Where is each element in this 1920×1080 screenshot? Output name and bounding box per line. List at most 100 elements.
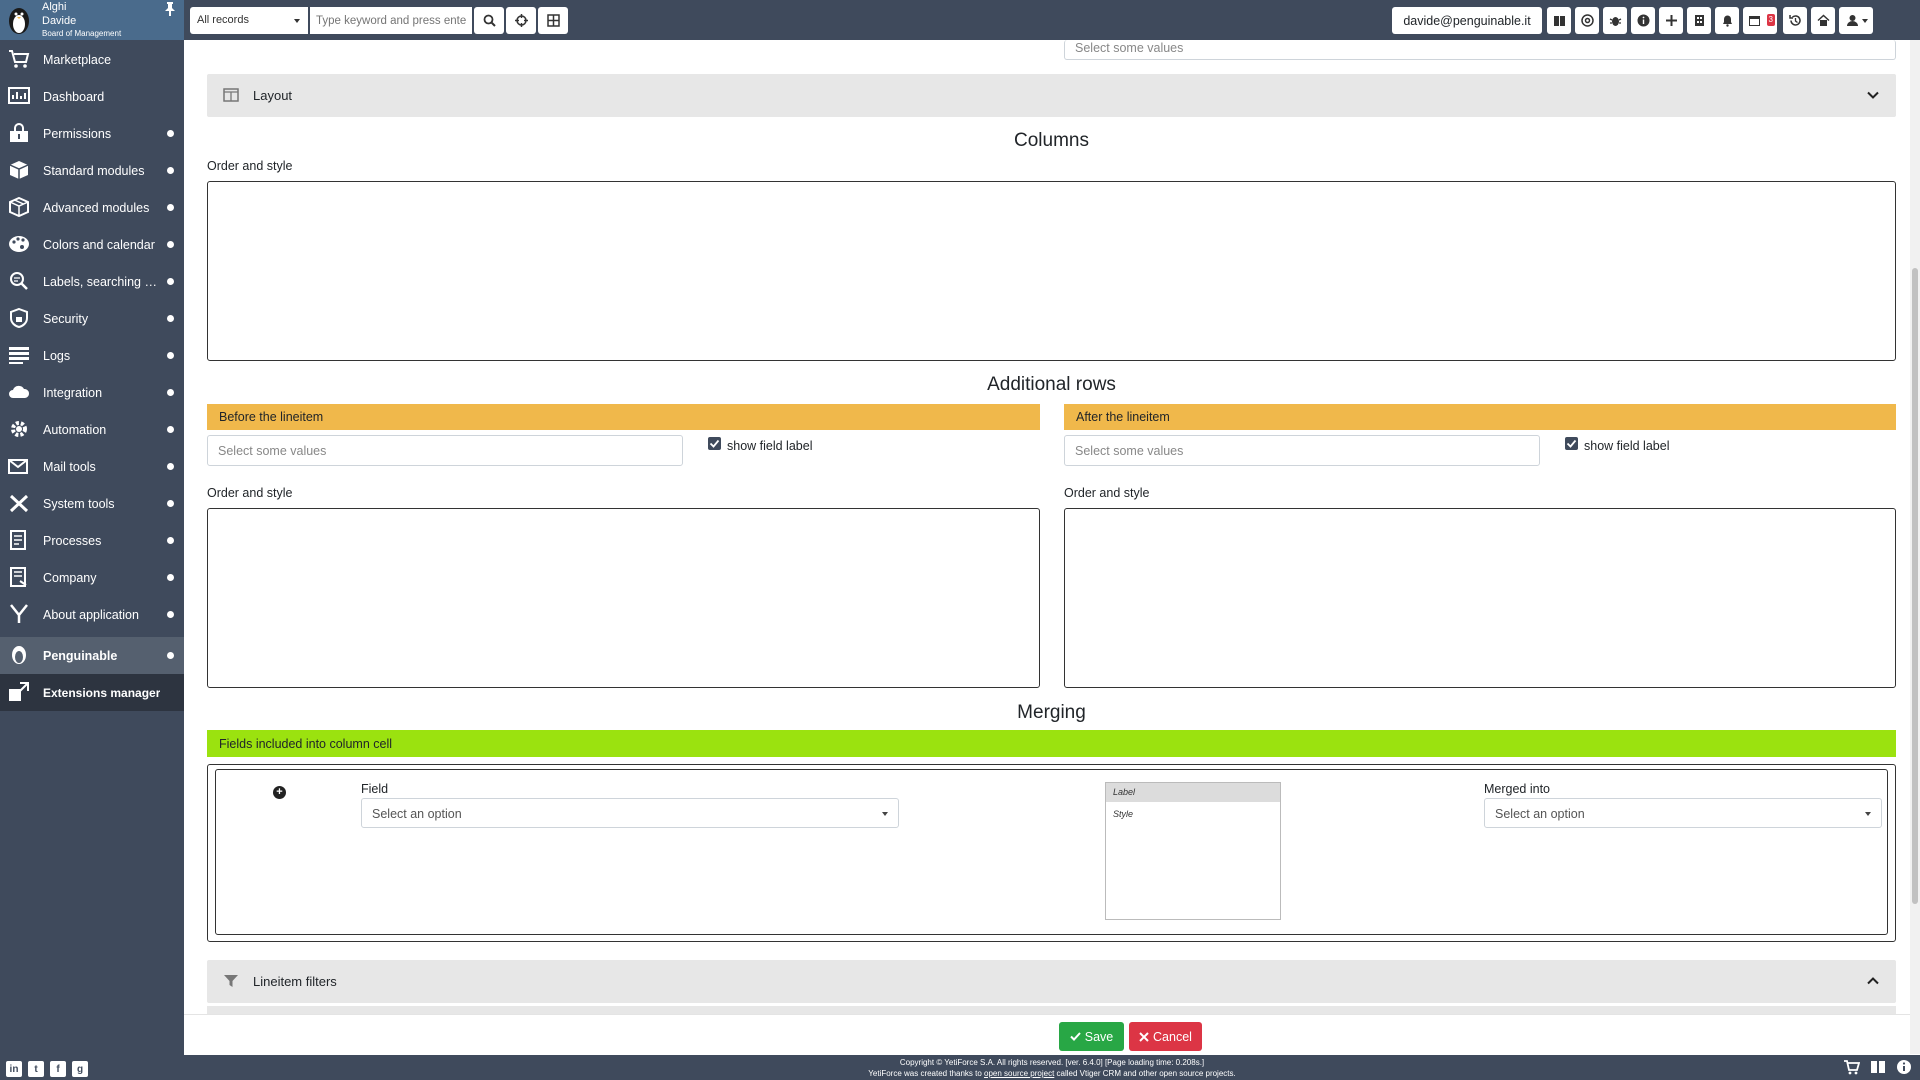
fields-included-header: Fields included into column cell <box>207 730 1896 757</box>
after-show-field-label-checkbox[interactable] <box>1565 437 1578 450</box>
calendar-reminders-button[interactable]: 3 <box>1743 7 1777 34</box>
sidebar-item-penguinable[interactable]: Penguinable <box>0 637 184 674</box>
check-icon <box>709 439 720 448</box>
sidebar-item-label: Permissions <box>43 126 112 141</box>
sidebar-item-label: Extensions manager <box>43 685 161 700</box>
quick-create-button[interactable] <box>1659 7 1683 34</box>
info-button[interactable] <box>1631 7 1655 34</box>
columns-title: Columns <box>1014 130 1089 151</box>
pin-icon[interactable] <box>164 2 176 16</box>
scrollbar-thumb[interactable] <box>1912 268 1918 904</box>
sidebar-item-processes[interactable]: Processes <box>0 522 184 559</box>
grid-view-button[interactable] <box>538 7 568 34</box>
preview-label: Label <box>1106 783 1280 802</box>
cloud-icon <box>9 385 30 398</box>
sidebar: Alghi Davide Board of Management Marketp… <box>0 0 184 1080</box>
expand-dot-icon <box>167 500 174 507</box>
close-icon <box>1139 1031 1149 1042</box>
footer-icons <box>1844 1059 1912 1075</box>
sidebar-item-labels-searching[interactable]: Labels, searching and filtering <box>0 263 184 300</box>
layout-panel-title: Layout <box>253 88 293 103</box>
before-show-field-label: show field label <box>727 439 813 453</box>
expand-dot-icon <box>167 241 174 248</box>
cart-icon[interactable] <box>1844 1059 1860 1075</box>
top-header: All records davide@penguinable.it 3 <box>184 0 1920 40</box>
building-icon <box>1694 15 1704 26</box>
github-icon[interactable]: g <box>72 1061 88 1077</box>
after-lineitem-select[interactable]: Select some values <box>1064 435 1540 466</box>
page-footer: Copyright © YetiForce S.A. All rights re… <box>184 1055 1920 1080</box>
user-role: Board of Management <box>42 29 122 38</box>
columns-order-style-label: Order and style <box>207 159 293 173</box>
sidebar-item-colors-calendar[interactable]: Colors and calendar <box>0 226 184 263</box>
user-panel[interactable]: Alghi Davide Board of Management <box>0 0 184 40</box>
sidebar-item-integration[interactable]: Integration <box>0 374 184 411</box>
save-button[interactable]: Save <box>1059 1022 1124 1051</box>
knowledge-base-button[interactable] <box>1547 7 1571 34</box>
search-button[interactable] <box>474 7 504 34</box>
chevron-up-icon <box>1867 977 1879 985</box>
before-lineitem-select[interactable]: Select some values <box>207 435 683 466</box>
sidebar-item-security[interactable]: Security <box>0 300 184 337</box>
sidebar-item-dashboard[interactable]: Dashboard <box>0 78 184 115</box>
lineitem-filters-panel-header[interactable]: Lineitem filters <box>207 960 1896 1003</box>
book-icon[interactable] <box>1870 1059 1886 1075</box>
advanced-search-button[interactable] <box>506 7 536 34</box>
penguin-avatar-icon <box>9 8 29 34</box>
sidebar-item-label: Standard modules <box>43 163 145 178</box>
before-order-style-editor[interactable] <box>207 508 1040 688</box>
gears-icon <box>11 421 27 437</box>
user-email-button[interactable]: davide@penguinable.it <box>1392 7 1542 34</box>
support-button[interactable] <box>1575 7 1599 34</box>
field-select[interactable]: Select an option <box>361 798 899 828</box>
facebook-icon[interactable]: f <box>50 1061 66 1077</box>
sidebar-item-permissions[interactable]: Permissions <box>0 115 184 152</box>
cancel-button[interactable]: Cancel <box>1129 1022 1202 1051</box>
sidebar-item-label: Security <box>43 311 89 326</box>
merged-into-select[interactable]: Select an option <box>1484 798 1882 828</box>
linkedin-icon[interactable]: in <box>6 1061 22 1077</box>
calendar-badge: 3 <box>1766 14 1775 26</box>
expand-dot-icon <box>167 426 174 433</box>
sidebar-item-logs[interactable]: Logs <box>0 337 184 374</box>
sidebar-item-marketplace[interactable]: Marketplace <box>0 41 184 78</box>
sidebar-item-label: Integration <box>43 385 103 400</box>
expand-dot-icon <box>167 167 174 174</box>
sidebar-item-system-tools[interactable]: System tools <box>0 485 184 522</box>
sidebar-item-company[interactable]: Company <box>0 559 184 596</box>
notifications-button[interactable] <box>1715 7 1739 34</box>
sidebar-item-about-application[interactable]: About application <box>0 596 184 633</box>
expand-dot-icon <box>167 652 174 659</box>
sidebar-item-label: System tools <box>43 496 115 511</box>
columns-order-style-editor[interactable] <box>207 181 1896 361</box>
list-icon <box>9 347 29 364</box>
layout-panel-header[interactable]: Layout <box>207 74 1896 117</box>
crosshair-icon <box>514 14 528 27</box>
extensions-icon <box>9 682 29 701</box>
user-menu-button[interactable] <box>1839 7 1873 34</box>
sidebar-item-mail-tools[interactable]: Mail tools <box>0 448 184 485</box>
label-style-preview: Label Style <box>1105 782 1281 920</box>
home-button[interactable] <box>1811 7 1835 34</box>
columns-icon <box>223 88 239 102</box>
open-source-link[interactable]: open source project <box>984 1069 1054 1078</box>
records-select[interactable]: All records <box>190 7 308 34</box>
top-multiselect[interactable]: Select some values <box>1064 40 1896 60</box>
sidebar-item-standard-modules[interactable]: Standard modules <box>0 152 184 189</box>
page-scrollbar[interactable] <box>1910 40 1920 1054</box>
sidebar-item-extensions-manager[interactable]: Extensions manager <box>0 674 184 711</box>
after-order-style-editor[interactable] <box>1064 508 1896 688</box>
global-search-input[interactable] <box>310 7 472 34</box>
sidebar-item-automation[interactable]: Automation <box>0 411 184 448</box>
add-merge-row-icon[interactable]: + <box>273 786 286 799</box>
report-bug-button[interactable] <box>1603 7 1627 34</box>
sidebar-item-advanced-modules[interactable]: Advanced modules <box>0 189 184 226</box>
twitter-icon[interactable]: t <box>28 1061 44 1077</box>
company-switch-button[interactable] <box>1687 7 1711 34</box>
before-show-field-label-checkbox[interactable] <box>708 437 721 450</box>
history-button[interactable] <box>1783 7 1807 34</box>
caret-down-icon <box>882 812 888 816</box>
info-icon[interactable] <box>1896 1059 1912 1075</box>
sidebar-item-label: Colors and calendar <box>43 237 155 252</box>
sidebar-item-label: Marketplace <box>43 52 112 67</box>
